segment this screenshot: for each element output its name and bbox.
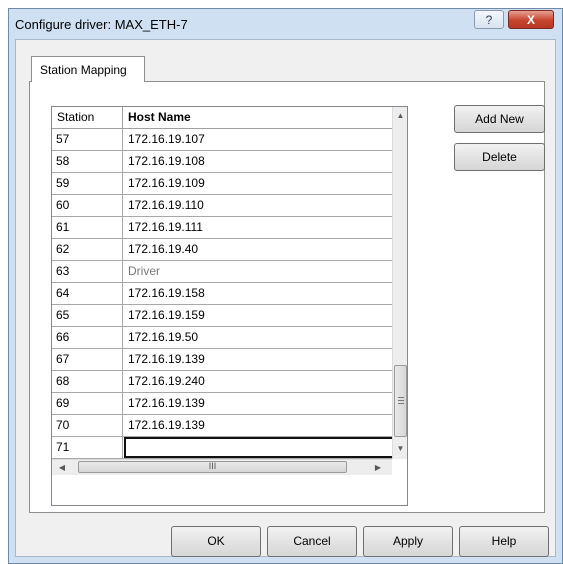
station-cell[interactable]: 57 [52,129,123,150]
table-row[interactable]: 62 172.16.19.40 [52,239,392,261]
close-button[interactable]: X [508,10,554,29]
station-cell[interactable]: 65 [52,305,123,326]
help-title-button[interactable]: ? [474,10,504,29]
table-row[interactable]: 63 Driver [52,261,392,283]
host-name-cell[interactable]: 172.16.19.111 [123,217,392,238]
table-row[interactable]: 65 172.16.19.159 [52,305,392,327]
help-button[interactable]: Help [459,526,549,557]
table-row[interactable]: 70 172.16.19.139 [52,415,392,437]
host-name-cell[interactable]: 172.16.19.240 [123,371,392,392]
horizontal-scroll-thumb[interactable]: III [78,461,347,473]
horizontal-scrollbar[interactable]: ◀ III ▶ [52,459,392,475]
dialog-client-area: Station Mapping Station Host Name 57 172.… [15,39,556,557]
table-row[interactable]: 71 [52,437,400,459]
host-name-cell[interactable]: 172.16.19.110 [123,195,392,216]
table-row[interactable]: 68 172.16.19.240 [52,371,392,393]
station-cell[interactable]: 67 [52,349,123,370]
host-name-cell[interactable]: 172.16.19.139 [123,415,392,436]
table-row[interactable]: 69 172.16.19.139 [52,393,392,415]
station-cell[interactable]: 70 [52,415,123,436]
dialog-window: Configure driver: MAX_ETH-7 ? X Station … [8,8,563,564]
scroll-down-icon[interactable]: ▼ [393,441,408,457]
table-row[interactable]: 58 172.16.19.108 [52,151,392,173]
close-icon: X [526,13,535,27]
station-grid: Station Host Name 57 172.16.19.107 58 172.1… [51,106,408,506]
delete-button[interactable]: Delete [454,143,545,171]
station-cell[interactable]: 59 [52,173,123,194]
host-name-cell[interactable]: 172.16.19.139 [123,393,392,414]
table-row[interactable]: 59 172.16.19.109 [52,173,392,195]
station-cell[interactable]: 68 [52,371,123,392]
host-name-edit-input[interactable] [124,437,400,458]
station-cell[interactable]: 58 [52,151,123,172]
grid-header: Station Host Name [52,107,392,129]
host-name-cell[interactable]: 172.16.19.139 [123,349,392,370]
host-name-cell[interactable]: 172.16.19.107 [123,129,392,150]
station-cell[interactable]: 62 [52,239,123,260]
title-bar[interactable]: Configure driver: MAX_ETH-7 ? X [9,9,562,39]
tab-panel: Station Host Name 57 172.16.19.107 58 172.1… [29,81,545,513]
station-cell[interactable]: 69 [52,393,123,414]
question-icon: ? [485,13,493,27]
vertical-scroll-thumb[interactable] [394,365,407,437]
vertical-scrollbar[interactable]: ▲ ▼ [392,107,407,459]
host-name-cell[interactable]: Driver [123,261,392,282]
host-name-cell[interactable]: 172.16.19.40 [123,239,392,260]
table-row[interactable]: 60 172.16.19.110 [52,195,392,217]
station-cell[interactable]: 63 [52,261,123,282]
station-cell[interactable]: 66 [52,327,123,348]
tab-label: Station Mapping [40,63,127,77]
host-name-cell[interactable]: 172.16.19.108 [123,151,392,172]
tab-station-mapping[interactable]: Station Mapping [31,56,145,82]
table-row[interactable]: 61 172.16.19.111 [52,217,392,239]
table-row[interactable]: 57 172.16.19.107 [52,129,392,151]
host-name-cell[interactable]: 172.16.19.50 [123,327,392,348]
host-name-cell[interactable]: 172.16.19.109 [123,173,392,194]
table-row[interactable]: 64 172.16.19.158 [52,283,392,305]
grip-line [398,397,404,398]
column-header-host-name[interactable]: Host Name [123,107,392,128]
station-cell[interactable]: 60 [52,195,123,216]
apply-button[interactable]: Apply [363,526,453,557]
host-name-cell[interactable]: 172.16.19.158 [123,283,392,304]
cancel-button[interactable]: Cancel [267,526,357,557]
scroll-right-icon[interactable]: ▶ [370,460,386,475]
station-cell[interactable]: 61 [52,217,123,238]
add-new-button[interactable]: Add New [454,105,545,133]
column-header-station[interactable]: Station [52,107,123,128]
grip-line [398,400,404,401]
scroll-up-icon[interactable]: ▲ [393,108,408,124]
ok-button[interactable]: OK [171,526,261,557]
grip-line [398,403,404,404]
window-title: Configure driver: MAX_ETH-7 [15,17,188,32]
table-row[interactable]: 67 172.16.19.139 [52,349,392,371]
host-name-cell[interactable]: 172.16.19.159 [123,305,392,326]
station-cell[interactable]: 71 [52,437,123,458]
station-cell[interactable]: 64 [52,283,123,304]
table-row[interactable]: 66 172.16.19.50 [52,327,392,349]
scroll-left-icon[interactable]: ◀ [54,460,70,475]
